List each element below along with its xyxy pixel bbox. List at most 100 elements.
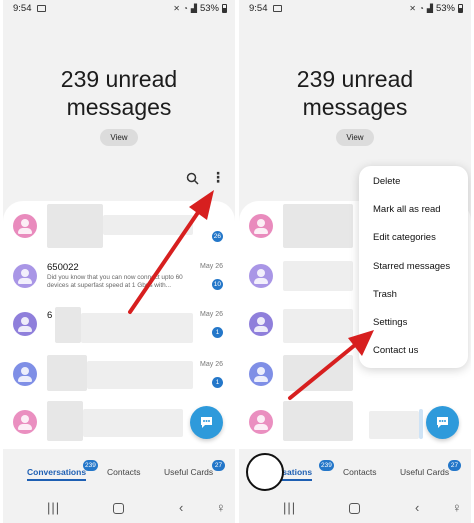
unread-badge: 10 bbox=[211, 279, 223, 290]
gallery-notification-icon bbox=[37, 5, 46, 12]
conversation-row[interactable]: 26 bbox=[3, 201, 235, 251]
conversations-count-badge: 239 bbox=[319, 460, 334, 471]
conversation-date: May 26 bbox=[200, 263, 223, 270]
view-button[interactable]: View bbox=[336, 129, 374, 146]
redacted-content bbox=[283, 204, 353, 248]
unread-badge: 1 bbox=[212, 377, 223, 388]
compose-icon bbox=[437, 417, 448, 428]
unread-count-text: 239 unread bbox=[296, 66, 414, 92]
unread-headline: 239 unread messages bbox=[3, 65, 235, 121]
recent-apps-icon[interactable]: ||| bbox=[47, 500, 60, 515]
unread-badge: 1 bbox=[212, 327, 223, 338]
signal-icon: ▟ bbox=[190, 4, 197, 13]
mute-icon: ✕ bbox=[409, 4, 416, 13]
back-icon[interactable]: ‹ bbox=[179, 500, 183, 515]
redacted-content bbox=[283, 355, 353, 391]
more-options-icon[interactable]: ⋮ bbox=[211, 170, 225, 184]
phone-screen-right: 9:54 ✕ ◔ ▟ 53% 239 unread messages View bbox=[239, 0, 471, 523]
search-icon[interactable] bbox=[186, 172, 199, 185]
home-icon[interactable] bbox=[349, 503, 360, 514]
accessibility-icon[interactable]: ♀ bbox=[452, 500, 462, 515]
avatar bbox=[249, 362, 273, 386]
conversations-count-badge: 239 bbox=[83, 460, 98, 471]
gallery-notification-icon bbox=[273, 5, 282, 12]
avatar bbox=[13, 214, 37, 238]
bottom-tabs: Conversations 239 Contacts Useful Cards … bbox=[3, 449, 235, 487]
conversation-name: 650022 bbox=[47, 262, 79, 273]
conversation-row[interactable]: 650022 Did you know that you can now con… bbox=[3, 251, 235, 301]
useful-cards-count-badge: 27 bbox=[448, 460, 461, 471]
menu-item-edit-categories[interactable]: Edit categories bbox=[373, 232, 436, 243]
mute-icon: ✕ bbox=[173, 4, 180, 13]
redacted-content bbox=[83, 409, 183, 437]
redacted-content bbox=[55, 307, 81, 343]
battery-percent: 53% bbox=[435, 3, 455, 14]
avatar bbox=[13, 410, 37, 434]
redacted-content bbox=[103, 215, 193, 235]
status-bar: 9:54 ✕ ◔ ▟ 53% bbox=[3, 0, 235, 18]
status-bar: 9:54 ✕ ◔ ▟ 53% bbox=[239, 0, 471, 18]
unread-messages-text: messages bbox=[302, 94, 408, 120]
menu-item-settings[interactable]: Settings bbox=[373, 317, 407, 328]
redacted-content bbox=[283, 261, 353, 291]
redacted-content bbox=[81, 313, 193, 343]
signal-icon: ▟ bbox=[426, 4, 433, 13]
phone-screen-left: 9:54 ✕ ◔ ▟ 53% 239 unread messages View … bbox=[3, 0, 235, 523]
avatar bbox=[13, 264, 37, 288]
avatar bbox=[249, 214, 273, 238]
redacted-content bbox=[87, 361, 193, 389]
conversation-date: May 26 bbox=[200, 311, 223, 318]
unread-messages-text: messages bbox=[66, 94, 172, 120]
unread-headline: 239 unread messages bbox=[239, 65, 471, 121]
redacted-content bbox=[419, 409, 423, 439]
redacted-content bbox=[47, 401, 83, 441]
compose-icon bbox=[201, 417, 212, 428]
system-nav-bar: ||| ‹ ♀ bbox=[239, 494, 471, 523]
useful-cards-count-badge: 27 bbox=[212, 460, 225, 471]
battery-percent: 53% bbox=[199, 3, 219, 14]
menu-item-trash[interactable]: Trash bbox=[373, 289, 397, 300]
status-time: 9:54 bbox=[249, 3, 268, 14]
compose-button[interactable] bbox=[190, 406, 223, 439]
menu-item-mark-all-read[interactable]: Mark all as read bbox=[373, 204, 441, 215]
highlight-circle bbox=[246, 453, 284, 491]
tab-useful-cards[interactable]: Useful Cards bbox=[164, 467, 213, 477]
status-time: 9:54 bbox=[13, 3, 32, 14]
redacted-content bbox=[47, 204, 103, 248]
overflow-menu: Delete Mark all as read Edit categories … bbox=[359, 166, 468, 368]
avatar bbox=[13, 362, 37, 386]
conversation-name: 6 bbox=[47, 310, 53, 321]
conversation-date: May 26 bbox=[200, 361, 223, 368]
menu-item-delete[interactable]: Delete bbox=[373, 176, 400, 187]
tab-useful-cards[interactable]: Useful Cards bbox=[400, 467, 449, 477]
avatar bbox=[249, 264, 273, 288]
avatar bbox=[249, 312, 273, 336]
conversation-row[interactable]: May 26 1 bbox=[3, 351, 235, 401]
redacted-content bbox=[283, 401, 353, 441]
redacted-content bbox=[369, 411, 419, 439]
avatar bbox=[13, 312, 37, 336]
conversation-preview: Did you know that you can now connect up… bbox=[47, 274, 183, 289]
unread-badge: 26 bbox=[211, 231, 223, 242]
wifi-icon: ◔ bbox=[418, 4, 424, 13]
back-icon[interactable]: ‹ bbox=[415, 500, 419, 515]
recent-apps-icon[interactable]: ||| bbox=[283, 500, 296, 515]
view-button[interactable]: View bbox=[100, 129, 138, 146]
tab-conversations[interactable]: Conversations bbox=[27, 467, 87, 481]
tab-contacts[interactable]: Contacts bbox=[107, 467, 141, 477]
wifi-icon: ◔ bbox=[182, 4, 188, 13]
tab-contacts[interactable]: Contacts bbox=[343, 467, 377, 477]
home-icon[interactable] bbox=[113, 503, 124, 514]
unread-count-text: 239 unread bbox=[60, 66, 178, 92]
redacted-content bbox=[283, 309, 353, 343]
battery-icon bbox=[222, 4, 227, 13]
avatar bbox=[249, 410, 273, 434]
menu-item-contact-us[interactable]: Contact us bbox=[373, 345, 418, 356]
conversation-row[interactable]: 6 May 26 1 bbox=[3, 301, 235, 351]
accessibility-icon[interactable]: ♀ bbox=[216, 500, 226, 515]
battery-icon bbox=[458, 4, 463, 13]
compose-button[interactable] bbox=[426, 406, 459, 439]
system-nav-bar: ||| ‹ ♀ bbox=[3, 494, 235, 523]
menu-item-starred-messages[interactable]: Starred messages bbox=[373, 261, 450, 272]
redacted-content bbox=[47, 355, 87, 391]
